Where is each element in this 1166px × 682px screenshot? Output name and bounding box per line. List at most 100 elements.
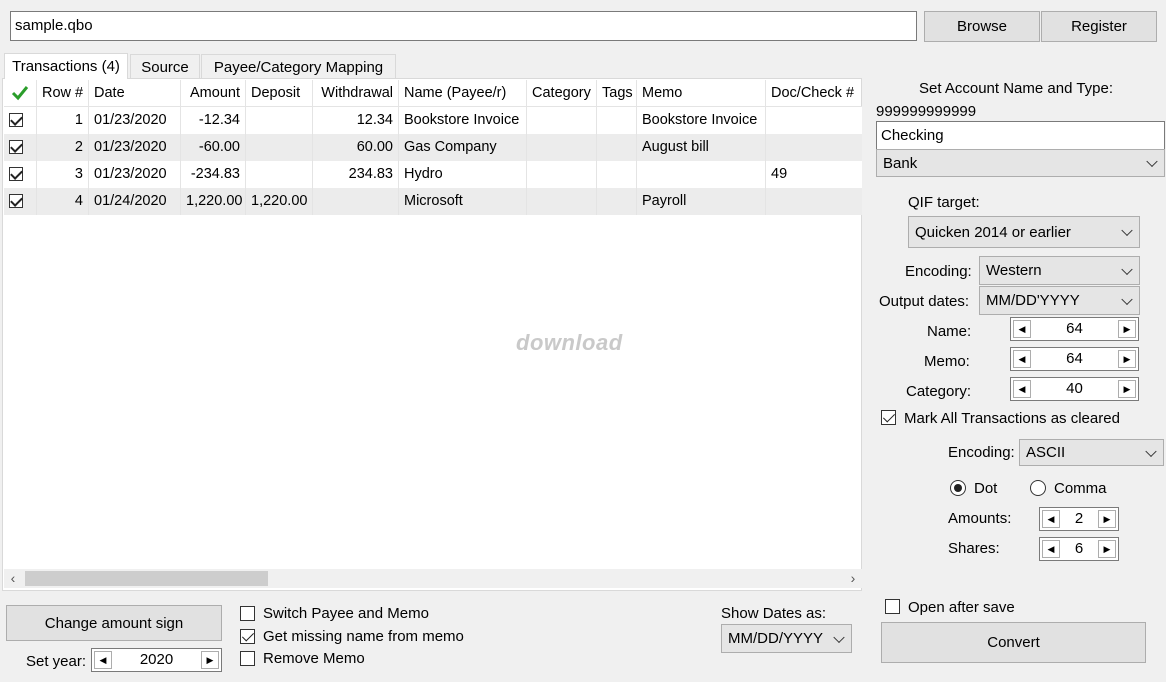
switch-payee-memo-label[interactable]: Switch Payee and Memo bbox=[263, 605, 429, 622]
tab-payee-category-mapping[interactable]: Payee/Category Mapping bbox=[201, 54, 396, 79]
convert-button[interactable]: Convert bbox=[881, 622, 1146, 663]
browse-button[interactable]: Browse bbox=[924, 11, 1040, 42]
cell-memo[interactable]: August bill bbox=[637, 134, 766, 161]
increment-icon[interactable]: ▶ bbox=[201, 651, 219, 669]
table-row[interactable]: 2 01/23/2020 -60.00 60.00 Gas Company Au… bbox=[4, 134, 862, 161]
increment-icon[interactable]: ▶ bbox=[1118, 380, 1136, 398]
cell-deposit[interactable] bbox=[246, 107, 313, 134]
col-deposit[interactable]: Deposit bbox=[246, 80, 313, 107]
decrement-icon[interactable]: ◀ bbox=[1013, 320, 1031, 338]
register-button[interactable]: Register bbox=[1041, 11, 1157, 42]
cell-amount[interactable]: -12.34 bbox=[181, 107, 246, 134]
row-checkbox[interactable] bbox=[4, 188, 37, 215]
col-withdrawal[interactable]: Withdrawal bbox=[313, 80, 399, 107]
cell-withdrawal[interactable]: 234.83 bbox=[313, 161, 399, 188]
col-category[interactable]: Category bbox=[527, 80, 597, 107]
horizontal-scrollbar[interactable]: ‹ › bbox=[4, 569, 862, 588]
scroll-right-icon[interactable]: › bbox=[844, 569, 862, 588]
year-stepper[interactable]: ◀ 2020 ▶ bbox=[91, 648, 222, 672]
cell-deposit[interactable]: 1,220.00 bbox=[246, 188, 313, 215]
amounts-value[interactable]: 2 bbox=[1060, 508, 1098, 530]
col-date[interactable]: Date bbox=[89, 80, 181, 107]
change-amount-sign-button[interactable]: Change amount sign bbox=[6, 605, 222, 641]
get-missing-name-label[interactable]: Get missing name from memo bbox=[263, 628, 464, 645]
cell-category[interactable] bbox=[527, 107, 597, 134]
cell-amount[interactable]: 1,220.00 bbox=[181, 188, 246, 215]
increment-icon[interactable]: ▶ bbox=[1098, 540, 1116, 558]
check-all-icon[interactable] bbox=[4, 80, 37, 107]
table-row[interactable]: 1 01/23/2020 -12.34 12.34 Bookstore Invo… bbox=[4, 107, 862, 134]
dot-radio[interactable] bbox=[950, 480, 966, 496]
cell-tags[interactable] bbox=[597, 134, 637, 161]
scroll-thumb[interactable] bbox=[25, 571, 268, 586]
open-after-save-label[interactable]: Open after save bbox=[908, 599, 1015, 616]
name-length-stepper[interactable]: ◀ 64 ▶ bbox=[1010, 317, 1139, 341]
shares-stepper[interactable]: ◀ 6 ▶ bbox=[1039, 537, 1119, 561]
cell-date[interactable]: 01/23/2020 bbox=[89, 134, 181, 161]
account-type-select[interactable]: Bank bbox=[876, 149, 1165, 177]
col-row[interactable]: Row # bbox=[37, 80, 89, 107]
decrement-icon[interactable]: ◀ bbox=[1013, 380, 1031, 398]
cell-withdrawal[interactable]: 60.00 bbox=[313, 134, 399, 161]
cell-category[interactable] bbox=[527, 134, 597, 161]
row-checkbox[interactable] bbox=[4, 161, 37, 188]
name-length-value[interactable]: 64 bbox=[1031, 318, 1118, 340]
cell-memo[interactable] bbox=[637, 161, 766, 188]
cell-amount[interactable]: -60.00 bbox=[181, 134, 246, 161]
memo-length-stepper[interactable]: ◀ 64 ▶ bbox=[1010, 347, 1139, 371]
comma-radio[interactable] bbox=[1030, 480, 1046, 496]
cell-doc[interactable]: 49 bbox=[766, 161, 862, 188]
cell-doc[interactable] bbox=[766, 134, 862, 161]
row-checkbox[interactable] bbox=[4, 134, 37, 161]
encoding-select[interactable]: Western bbox=[979, 256, 1140, 285]
mark-cleared-label[interactable]: Mark All Transactions as cleared bbox=[904, 410, 1120, 427]
decrement-icon[interactable]: ◀ bbox=[94, 651, 112, 669]
qif-target-select[interactable]: Quicken 2014 or earlier bbox=[908, 216, 1140, 248]
decrement-icon[interactable]: ◀ bbox=[1042, 510, 1060, 528]
cell-category[interactable] bbox=[527, 161, 597, 188]
cell-memo[interactable]: Payroll bbox=[637, 188, 766, 215]
cell-tags[interactable] bbox=[597, 161, 637, 188]
account-name-input[interactable]: Checking bbox=[876, 121, 1165, 150]
show-dates-select[interactable]: MM/DD/YYYY bbox=[721, 624, 852, 653]
open-after-save-checkbox[interactable] bbox=[885, 599, 900, 614]
cell-deposit[interactable] bbox=[246, 134, 313, 161]
shares-value[interactable]: 6 bbox=[1060, 538, 1098, 560]
switch-payee-memo-checkbox[interactable] bbox=[240, 606, 255, 621]
year-value[interactable]: 2020 bbox=[112, 649, 201, 671]
encoding2-select[interactable]: ASCII bbox=[1019, 439, 1164, 466]
tab-source[interactable]: Source bbox=[130, 54, 200, 79]
cell-date[interactable]: 01/23/2020 bbox=[89, 107, 181, 134]
table-row[interactable]: 3 01/23/2020 -234.83 234.83 Hydro 49 bbox=[4, 161, 862, 188]
cell-name[interactable]: Hydro bbox=[399, 161, 527, 188]
cell-category[interactable] bbox=[527, 188, 597, 215]
col-amount[interactable]: Amount bbox=[181, 80, 246, 107]
col-doc[interactable]: Doc/Check # bbox=[766, 80, 862, 107]
get-missing-name-checkbox[interactable] bbox=[240, 629, 255, 644]
mark-cleared-checkbox[interactable] bbox=[881, 410, 896, 425]
cell-tags[interactable] bbox=[597, 107, 637, 134]
table-row[interactable]: 4 01/24/2020 1,220.00 1,220.00 Microsoft… bbox=[4, 188, 862, 215]
remove-memo-label[interactable]: Remove Memo bbox=[263, 650, 365, 667]
decrement-icon[interactable]: ◀ bbox=[1013, 350, 1031, 368]
cell-withdrawal[interactable]: 12.34 bbox=[313, 107, 399, 134]
col-tags[interactable]: Tags bbox=[597, 80, 637, 107]
comma-label[interactable]: Comma bbox=[1054, 480, 1107, 497]
increment-icon[interactable]: ▶ bbox=[1098, 510, 1116, 528]
file-path-input[interactable]: sample.qbo bbox=[10, 11, 917, 41]
cell-date[interactable]: 01/23/2020 bbox=[89, 161, 181, 188]
cell-withdrawal[interactable] bbox=[313, 188, 399, 215]
cell-name[interactable]: Gas Company bbox=[399, 134, 527, 161]
tab-transactions[interactable]: Transactions (4) bbox=[4, 53, 128, 79]
scroll-left-icon[interactable]: ‹ bbox=[4, 569, 22, 588]
col-name[interactable]: Name (Payee/r) bbox=[399, 80, 527, 107]
amounts-stepper[interactable]: ◀ 2 ▶ bbox=[1039, 507, 1119, 531]
row-checkbox[interactable] bbox=[4, 107, 37, 134]
memo-length-value[interactable]: 64 bbox=[1031, 348, 1118, 370]
cell-date[interactable]: 01/24/2020 bbox=[89, 188, 181, 215]
increment-icon[interactable]: ▶ bbox=[1118, 320, 1136, 338]
cell-name[interactable]: Bookstore Invoice bbox=[399, 107, 527, 134]
cell-tags[interactable] bbox=[597, 188, 637, 215]
cell-deposit[interactable] bbox=[246, 161, 313, 188]
dot-label[interactable]: Dot bbox=[974, 480, 997, 497]
